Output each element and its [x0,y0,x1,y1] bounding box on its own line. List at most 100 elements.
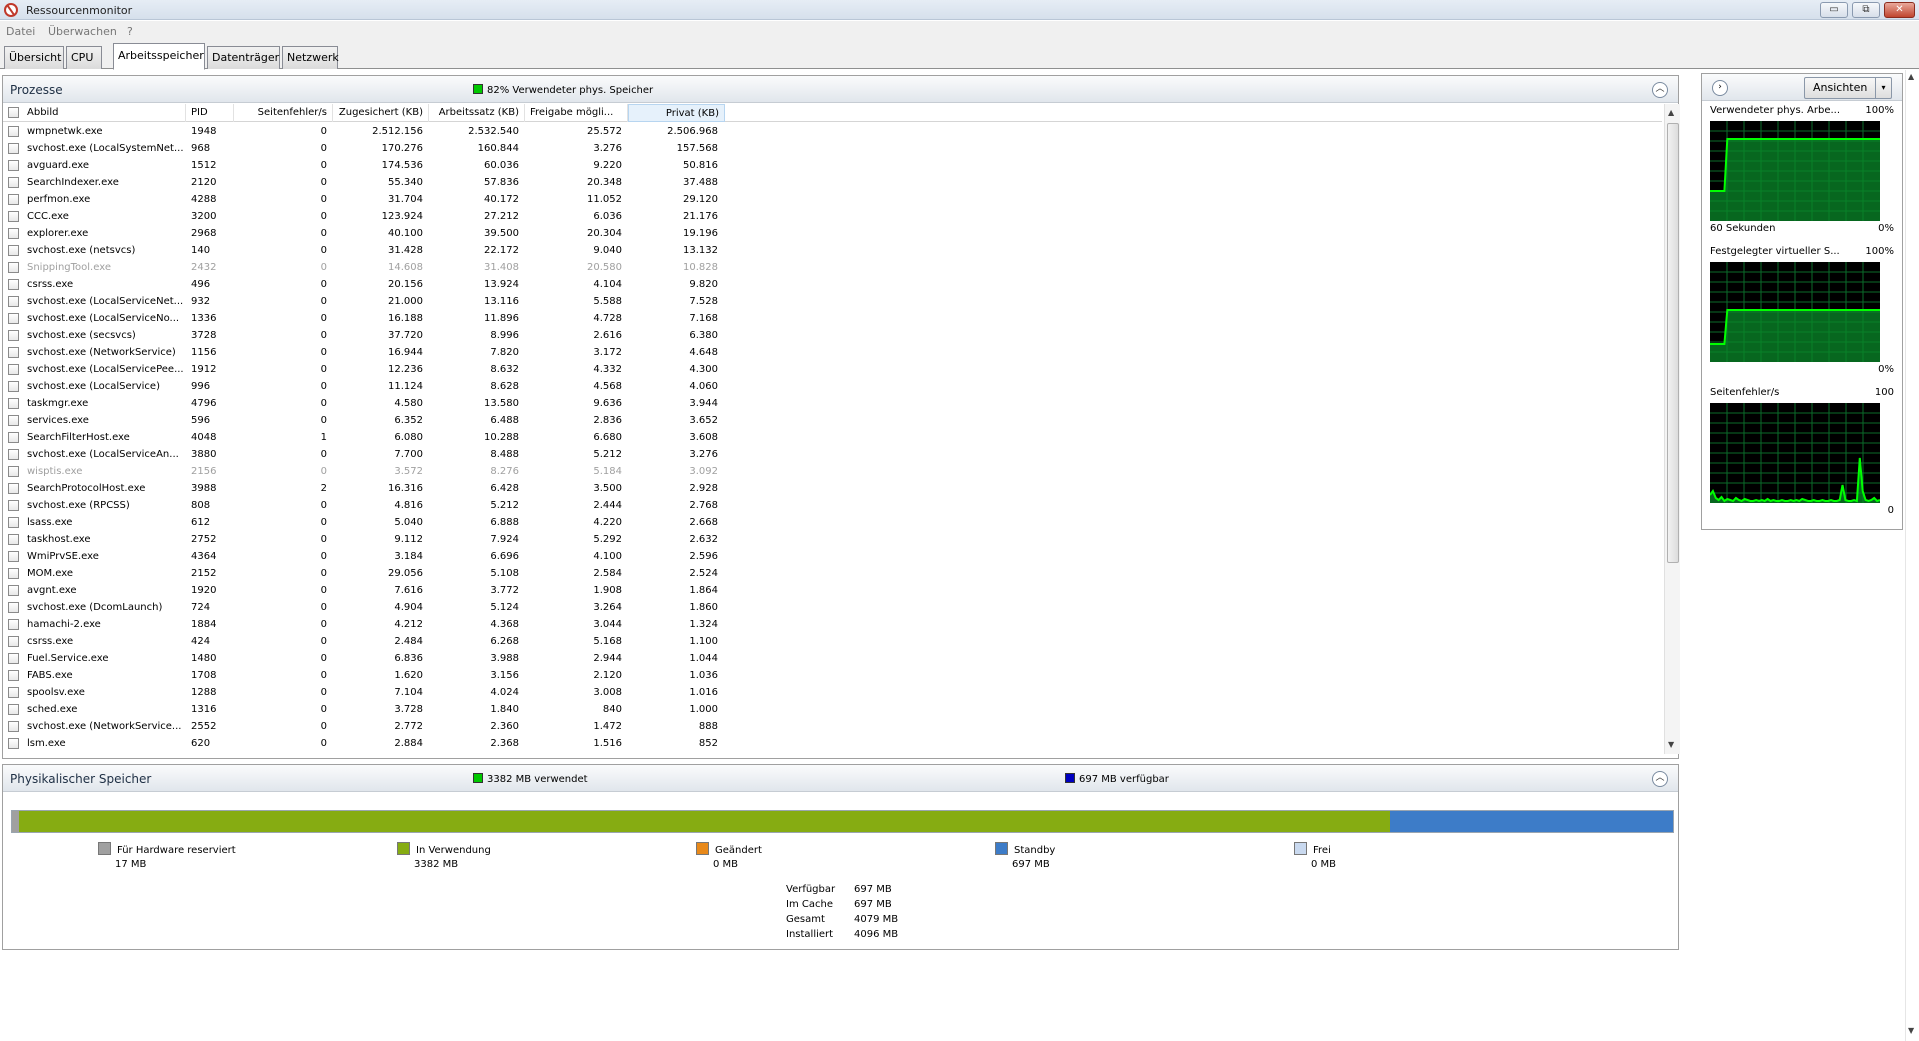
tab-cpu[interactable]: CPU [66,46,102,69]
panel-scrollbar[interactable]: ▲ ▼ [1905,70,1919,1041]
scrollbar-thumb[interactable] [1667,123,1679,563]
scroll-up-icon[interactable]: ▲ [1668,108,1674,117]
close-button[interactable]: ✕ [1884,2,1915,18]
table-row[interactable]: avgnt.exe 1920 0 7.616 3.772 1.908 1.864 [3,582,1662,599]
scroll-up-icon[interactable]: ▲ [1908,72,1914,81]
row-checkbox[interactable] [8,568,19,579]
table-row[interactable]: svchost.exe (LocalServiceNo... 1336 0 16.18… [3,310,1662,327]
row-checkbox[interactable] [8,670,19,681]
table-row[interactable]: svchost.exe (NetworkService... 2552 0 2.772… [3,718,1662,735]
row-checkbox[interactable] [8,143,19,154]
table-row[interactable]: svchost.exe (RPCSS) 808 0 4.816 5.212 2.444 2.… [3,497,1662,514]
table-row[interactable]: CCC.exe 3200 0 123.924 27.212 6.036 21.176 [3,208,1662,225]
column-header-arbeitssatz[interactable]: Arbeitssatz (KB) [429,104,525,122]
table-row[interactable]: SnippingTool.exe 2432 0 14.608 31.408 20.580 1… [3,259,1662,276]
table-row[interactable]: services.exe 596 0 6.352 6.488 2.836 3.652 [3,412,1662,429]
row-checkbox[interactable] [8,381,19,392]
tab-arbeitsspeicher[interactable]: Arbeitsspeicher [113,43,205,70]
column-header-zugesichert[interactable]: Zugesichert (KB) [333,104,429,122]
row-checkbox[interactable] [8,602,19,613]
row-checkbox[interactable] [8,500,19,511]
processes-scrollbar[interactable]: ▲ ▼ [1664,104,1680,754]
row-checkbox[interactable] [8,313,19,324]
row-checkbox[interactable] [8,347,19,358]
select-all-checkbox[interactable] [8,107,19,118]
table-row[interactable]: avguard.exe 1512 0 174.536 60.036 9.220 50.816 [3,157,1662,174]
collapse-physical-memory-button[interactable]: ︿ [1652,771,1668,787]
row-checkbox[interactable] [8,194,19,205]
expand-panel-button[interactable]: › [1712,80,1728,96]
table-row[interactable]: sched.exe 1316 0 3.728 1.840 840 1.000 [3,701,1662,718]
row-checkbox[interactable] [8,398,19,409]
column-header-freigabe[interactable]: Freigabe mögli... [525,104,628,122]
table-row[interactable]: SearchIndexer.exe 2120 0 55.340 57.836 20.348… [3,174,1662,191]
physical-memory-header[interactable]: Physikalischer Speicher 3382 MB verwende… [3,765,1678,792]
table-row[interactable]: svchost.exe (LocalServiceAn... 3880 0 7.700… [3,446,1662,463]
table-row[interactable]: svchost.exe (DcomLaunch) 724 0 4.904 5.124 3.… [3,599,1662,616]
row-checkbox[interactable] [8,534,19,545]
scroll-down-icon[interactable]: ▼ [1668,740,1674,749]
views-dropdown-button[interactable]: Ansichten ▾ [1804,77,1892,99]
table-row[interactable]: perfmon.exe 4288 0 31.704 40.172 11.052 29.120 [3,191,1662,208]
tab-netzwerk[interactable]: Netzwerk [282,46,339,69]
menu-ueberwachen[interactable]: Überwachen [48,25,117,38]
table-row[interactable]: explorer.exe 2968 0 40.100 39.500 20.304 19.19… [3,225,1662,242]
table-row[interactable]: csrss.exe 424 0 2.484 6.268 5.168 1.100 [3,633,1662,650]
table-row[interactable]: WmiPrvSE.exe 4364 0 3.184 6.696 4.100 2.596 [3,548,1662,565]
row-checkbox[interactable] [8,160,19,171]
table-row[interactable]: spoolsv.exe 1288 0 7.104 4.024 3.008 1.016 [3,684,1662,701]
table-row[interactable]: svchost.exe (LocalServiceNet... 932 0 21.00… [3,293,1662,310]
table-row[interactable]: MOM.exe 2152 0 29.056 5.108 2.584 2.524 [3,565,1662,582]
restore-button[interactable]: ⧉ [1852,2,1880,18]
column-header-pid[interactable]: PID [186,104,234,122]
scroll-down-icon[interactable]: ▼ [1908,1026,1914,1035]
column-header-abbild[interactable]: Abbild [3,104,186,122]
row-checkbox[interactable] [8,483,19,494]
row-checkbox[interactable] [8,364,19,375]
row-checkbox[interactable] [8,738,19,749]
column-header-seitenfehler[interactable]: Seitenfehler/s [234,104,333,122]
table-row[interactable]: svchost.exe (NetworkService) 1156 0 16.944 7… [3,344,1662,361]
row-checkbox[interactable] [8,585,19,596]
table-row[interactable]: FABS.exe 1708 0 1.620 3.156 2.120 1.036 [3,667,1662,684]
column-header-privat[interactable]: Privat (KB) [628,104,725,122]
table-row[interactable]: lsm.exe 620 0 2.884 2.368 1.516 852 [3,735,1662,752]
tab-uebersicht[interactable]: Übersicht [4,46,64,69]
row-checkbox[interactable] [8,466,19,477]
row-checkbox[interactable] [8,551,19,562]
table-row[interactable]: lsass.exe 612 0 5.040 6.888 4.220 2.668 [3,514,1662,531]
row-checkbox[interactable] [8,432,19,443]
row-checkbox[interactable] [8,177,19,188]
table-row[interactable]: wmpnetwk.exe 1948 0 2.512.156 2.532.540 25.57… [3,123,1662,140]
row-checkbox[interactable] [8,296,19,307]
row-checkbox[interactable] [8,330,19,341]
row-checkbox[interactable] [8,245,19,256]
row-checkbox[interactable] [8,449,19,460]
row-checkbox[interactable] [8,704,19,715]
table-row[interactable]: SearchFilterHost.exe 4048 1 6.080 10.288 6.68… [3,429,1662,446]
table-row[interactable]: csrss.exe 496 0 20.156 13.924 4.104 9.820 [3,276,1662,293]
row-checkbox[interactable] [8,653,19,664]
tab-datentraeger[interactable]: Datenträger [207,46,280,69]
table-row[interactable]: Fuel.Service.exe 1480 0 6.836 3.988 2.944 1.04… [3,650,1662,667]
minimize-button[interactable]: ▭ [1820,2,1848,18]
table-row[interactable]: svchost.exe (LocalSystemNet... 968 0 170.27… [3,140,1662,157]
row-checkbox[interactable] [8,415,19,426]
row-checkbox[interactable] [8,517,19,528]
row-checkbox[interactable] [8,619,19,630]
row-checkbox[interactable] [8,721,19,732]
table-row[interactable]: hamachi-2.exe 1884 0 4.212 4.368 3.044 1.324 [3,616,1662,633]
menu-datei[interactable]: Datei [6,25,35,38]
collapse-processes-button[interactable]: ︿ [1652,82,1668,98]
menu-help[interactable]: ? [127,25,133,38]
table-row[interactable]: SearchProtocolHost.exe 3988 2 16.316 6.428 3.… [3,480,1662,497]
row-checkbox[interactable] [8,211,19,222]
row-checkbox[interactable] [8,687,19,698]
processes-header[interactable]: Prozesse 82% Verwendeter phys. Speicher … [3,76,1678,103]
table-row[interactable]: svchost.exe (netsvcs) 140 0 31.428 22.172 9.0… [3,242,1662,259]
table-row[interactable]: wisptis.exe 2156 0 3.572 8.276 5.184 3.092 [3,463,1662,480]
row-checkbox[interactable] [8,279,19,290]
row-checkbox[interactable] [8,126,19,137]
row-checkbox[interactable] [8,228,19,239]
row-checkbox[interactable] [8,262,19,273]
